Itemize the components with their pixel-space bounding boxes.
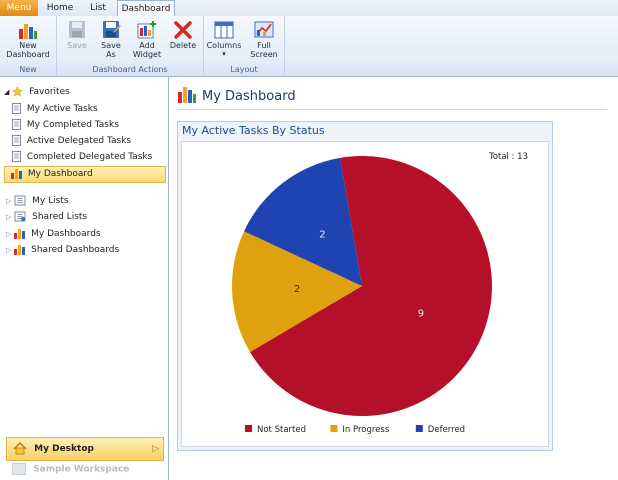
sidebar-group-my-lists[interactable]: ▷ My Lists [6, 194, 69, 209]
expand-arrow-icon: ▷ [6, 213, 12, 221]
pie-data-label: 2 [294, 284, 300, 295]
ribbon-group-actions: Save Save As Add Widget Delete Dashboard… [57, 16, 204, 76]
tab-home[interactable]: Home [42, 0, 78, 16]
expand-arrow-icon: ▷ [6, 230, 12, 238]
sidebar-item-label: Completed Delegated Tasks [26, 152, 153, 162]
pie-chart: Total : 13 9 2 2 Not Started In Progress Def… [232, 152, 528, 435]
save-as-button[interactable]: Save As [93, 20, 129, 59]
bar-chart-icon [14, 229, 26, 239]
document-icon [12, 103, 21, 114]
sidebar-item-label: My Dashboard [27, 169, 93, 179]
sidebar-group-my-dashboards[interactable]: ▷ My Dashboards [6, 227, 101, 242]
sidebar-group-shared-lists[interactable]: ▷ Shared Lists [6, 210, 87, 225]
save-icon [69, 21, 85, 38]
add-widget-label: Add Widget [132, 41, 162, 59]
expand-arrow-icon: ▷ [6, 197, 12, 205]
shared-dashboard-icon [14, 245, 26, 255]
pie-data-label: 2 [319, 229, 325, 240]
full-screen-icon [254, 21, 274, 38]
sidebar-item-completed-delegated-tasks[interactable]: Completed Delegated Tasks [12, 150, 152, 165]
delete-label: Delete [169, 41, 197, 50]
bar-chart-icon [178, 87, 196, 103]
columns-icon [214, 21, 234, 39]
bar-chart-icon [11, 169, 22, 179]
sidebar-item-my-active-tasks[interactable]: My Active Tasks [12, 102, 98, 117]
full-screen-label: Full Screen [250, 41, 278, 59]
new-dashboard-button[interactable]: New Dashboard [4, 20, 52, 59]
legend-label: In Progress [342, 425, 389, 435]
ribbon: New Dashboard New Save Save As Add Widge… [0, 16, 618, 77]
widget-title: My Active Tasks By Status [182, 124, 325, 137]
star-icon [12, 86, 24, 97]
expand-arrow-icon: ▷ [6, 246, 12, 254]
sidebar-item-active-delegated-tasks[interactable]: Active Delegated Tasks [12, 134, 131, 149]
chart-widget[interactable]: My Active Tasks By Status Total : 13 9 2 2… [177, 121, 553, 451]
add-widget-icon [137, 21, 156, 39]
sidebar-group-label: My Lists [32, 196, 69, 206]
ribbon-group-new: New Dashboard New [0, 16, 57, 76]
delete-icon [174, 21, 192, 39]
document-icon [12, 135, 21, 146]
new-dashboard-label: New Dashboard [6, 41, 50, 59]
favorites-label: Favorites [29, 87, 70, 97]
legend-swatch [245, 425, 252, 432]
page-title-bar: My Dashboard [177, 85, 607, 110]
document-icon [12, 119, 21, 130]
chart-area: Total : 13 9 2 2 Not Started In Progress Def… [181, 141, 549, 447]
sidebar-item-label: My Completed Tasks [26, 120, 119, 130]
columns-dropdown-icon: ▾ [222, 50, 226, 58]
tab-menu[interactable]: Menu [0, 0, 38, 16]
columns-label: Columns [206, 41, 242, 50]
my-desktop-button[interactable]: My Desktop ▷ [6, 437, 164, 461]
sidebar-group-label: Shared Lists [32, 212, 88, 222]
full-screen-button[interactable]: Full Screen [246, 20, 282, 59]
save-as-icon [103, 21, 121, 38]
sidebar-group-label: Shared Dashboards [31, 245, 120, 255]
sample-workspace-label: Sample Workspace [33, 464, 130, 475]
list-icon [14, 195, 26, 206]
shared-list-icon [14, 211, 26, 222]
chart-total-label: Total : 13 [488, 152, 528, 162]
sidebar-item-my-completed-tasks[interactable]: My Completed Tasks [12, 118, 119, 133]
workspace-icon [12, 463, 26, 475]
sidebar-group-shared-dashboards[interactable]: ▷ Shared Dashboards [6, 243, 119, 258]
main-content: My Dashboard My Active Tasks By Status T… [169, 77, 618, 480]
chevron-right-icon: ▷ [152, 444, 159, 454]
save-as-label: Save As [101, 41, 121, 59]
columns-button[interactable]: Columns ▾ [206, 20, 242, 59]
tab-list[interactable]: List [80, 0, 116, 16]
my-desktop-label: My Desktop [34, 444, 94, 454]
home-icon [13, 441, 27, 455]
pie-data-label: 9 [418, 308, 424, 319]
document-icon [12, 151, 21, 162]
expand-arrow-icon: ◢ [4, 88, 10, 96]
save-label: Save [67, 41, 87, 50]
sidebar-group-label: My Dashboards [31, 229, 101, 239]
legend-swatch [330, 425, 338, 432]
legend-swatch [415, 425, 423, 432]
tab-bar: Menu Home List Dashboard [0, 0, 618, 17]
ribbon-group-layout: Columns ▾ Full Screen Layout [204, 16, 285, 76]
sidebar-item-label: Active Delegated Tasks [26, 136, 132, 146]
add-widget-button[interactable]: Add Widget [129, 20, 165, 59]
group-label-layout: Layout [230, 65, 258, 74]
sidebar-item-label: My Active Tasks [26, 104, 98, 114]
bar-chart-icon [19, 24, 37, 39]
group-label-dashboard-actions: Dashboard Actions [92, 65, 168, 74]
sidebar: ◢ Favorites My Active Tasks My Completed… [0, 77, 169, 480]
sample-workspace-item[interactable]: Sample Workspace [12, 463, 129, 475]
legend-label: Deferred [428, 425, 465, 435]
favorites-node[interactable]: ◢ Favorites [4, 85, 70, 100]
save-button[interactable]: Save [59, 20, 95, 50]
group-label-new: New [19, 65, 37, 74]
legend-label: Not Started [257, 425, 306, 435]
page-title: My Dashboard [202, 89, 296, 104]
sidebar-item-my-dashboard[interactable]: My Dashboard [4, 166, 166, 183]
tab-dashboard[interactable]: Dashboard [117, 0, 175, 17]
delete-button[interactable]: Delete [165, 20, 201, 50]
